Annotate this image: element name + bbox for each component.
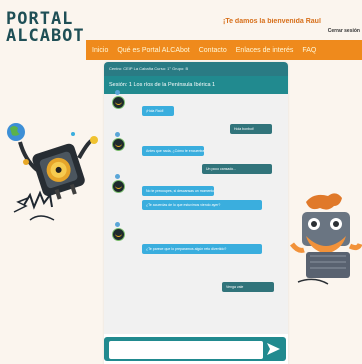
robot-mascot-left-illustration [7, 123, 98, 221]
welcome-message: ¡Te damos la bienvenida Raul [223, 18, 321, 25]
session-title: Sesión: 1 Los ríos de la Península Ibéri… [104, 76, 288, 94]
chat-message-bot: No te preocupes, si descansas un momento… [142, 186, 214, 196]
breadcrumb: Centro: CEIP La Cabaña Curso: 1° Grupo: … [104, 62, 288, 76]
nav-faq[interactable]: FAQ [302, 47, 316, 54]
nav-enlaces[interactable]: Enlaces de interés [236, 47, 294, 54]
logout-link[interactable]: Cerrar sesión [328, 28, 360, 34]
bot-avatar-icon [112, 96, 125, 109]
bot-avatar-antenna-icon [115, 132, 120, 137]
send-arrow-icon [267, 343, 280, 355]
chat-message-bot: ¿Te parece que lo preparamos algún reto … [142, 244, 262, 254]
bot-avatar-icon [112, 138, 125, 151]
page: PORTAL ALCABOT ¡Te damos la bienvenida R… [0, 0, 362, 364]
send-button[interactable] [264, 340, 282, 358]
bot-avatar-icon [112, 180, 125, 193]
bot-avatar-antenna-icon [115, 222, 120, 227]
chat-message-user: Hola bonbot! [230, 124, 272, 134]
nav-que-es[interactable]: Qué es Portal ALCAbot [117, 47, 189, 54]
nav-contacto[interactable]: Contacto [199, 47, 227, 54]
chat-message-user: Venga vale [222, 282, 274, 292]
nav-inicio[interactable]: Inicio [92, 47, 108, 54]
message-composer [104, 337, 286, 361]
logo[interactable]: PORTAL ALCABOT [6, 11, 86, 45]
chat-panel: Centro: CEIP La Cabaña Curso: 1° Grupo: … [104, 62, 288, 364]
chat-message-bot: Antes que nada, ¿Cómo te encuentras? [142, 146, 204, 156]
logo-line2: ALCABOT [6, 26, 85, 46]
chat-message-bot: ¡Hola Raúl! [142, 106, 174, 116]
chat-message-user: Un poco cansado... [202, 164, 272, 174]
message-input[interactable] [109, 341, 263, 359]
message-list: ¡Hola Raúl! Hola bonbot! Antes que nada,… [104, 90, 288, 334]
bot-avatar-antenna-icon [115, 90, 120, 95]
chat-message-bot: ¿Te acuerdas de lo que estuvimos viendo … [142, 200, 262, 210]
robot-mascot-right-illustration [290, 193, 362, 285]
bot-avatar-icon [112, 228, 125, 241]
main-nav: Inicio Qué es Portal ALCAbot Contacto En… [86, 40, 362, 60]
bot-avatar-antenna-icon [115, 174, 120, 179]
